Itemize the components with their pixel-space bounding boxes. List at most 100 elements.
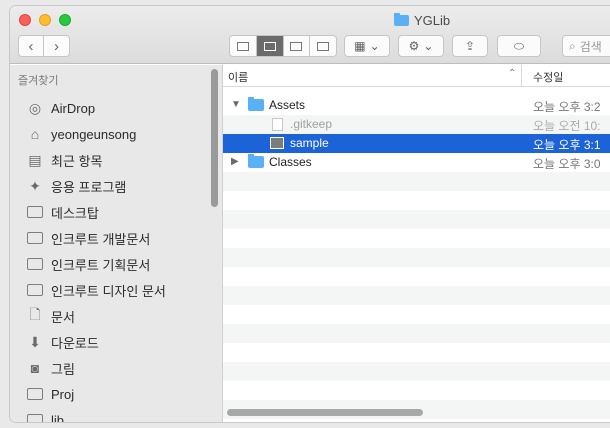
sidebar-item-label: 데스크탑 [51,205,99,221]
search-placeholder: 검색 [579,39,602,54]
share-icon: ⇪ [464,39,476,53]
sidebar-item-home[interactable]: ⌂ yeongeunsong [26,124,137,144]
sidebar-item-label: 최근 항목 [51,153,103,169]
window-title-text: YGLib [414,12,451,28]
home-icon: ⌂ [30,126,40,142]
window-title: YGLib [394,12,450,28]
empty-row [223,324,610,343]
file-name: .gitkeep [290,117,333,131]
column-header-date[interactable]: 수정일 [533,69,563,85]
sidebar-item-folder[interactable]: lib [26,410,64,422]
image-file-icon [270,137,284,149]
sidebar-item-label: 인크루트 기획문서 [51,257,151,273]
file-list: 이름 ⌃ 수정일 ▼ Assets 오늘 오후 3:2 .gitkeep 오늘 … [223,65,610,422]
disclosure-collapsed-icon[interactable]: ▶ [231,156,239,167]
folder-icon [394,12,409,26]
action-button[interactable]: ⚙ ⌄ [398,35,444,57]
grid-icon [236,41,249,51]
sidebar-item-airdrop[interactable]: ◎ AirDrop [26,98,95,118]
sidebar-item-label: 그림 [51,361,75,377]
file-date: 오늘 오전 10: [533,119,601,133]
file-row-sample[interactable]: sample 오늘 오후 3:1 [223,134,610,153]
sidebar-item-label: Proj [51,386,75,402]
finder-window: YGLib ‹ › ▦ ⌄ ⚙ ⌄ ⇪ ⬭ ⌕ 검색 즐겨찾기 ◎ AirDro… [10,6,610,422]
airdrop-icon: ◎ [28,99,42,116]
group-button[interactable]: ▦ ⌄ [344,35,390,57]
share-button[interactable]: ⇪ [452,35,488,57]
empty-row [223,210,610,229]
sidebar-item-label: lib [51,412,65,423]
back-button[interactable]: ‹ [19,36,44,56]
close-button[interactable] [19,14,31,26]
sidebar-item-label: 인크루트 개발문서 [51,231,151,247]
sidebar: 즐겨찾기 ◎ AirDrop ⌂ yeongeunsong ▤ 최근 항목 ✦ … [10,65,223,422]
pictures-icon: ◙ [30,360,40,376]
sidebar-item-pictures[interactable]: ◙ 그림 [26,358,75,378]
list-view-button[interactable] [256,36,284,56]
empty-row [223,286,610,305]
columns-icon [290,41,303,51]
empty-row [223,362,610,381]
file-row-gitkeep[interactable]: .gitkeep 오늘 오전 10: [223,115,610,134]
desktop-icon [26,204,44,220]
sidebar-item-downloads[interactable]: ⬇ 다운로드 [26,332,99,352]
sidebar-item-documents[interactable]: 🗋 문서 [26,306,75,326]
sidebar-item-folder[interactable]: Proj [26,384,74,404]
downloads-icon: ⬇ [29,333,41,350]
empty-row [223,248,610,267]
group-icon: ▦ [354,39,366,53]
zoom-button[interactable] [59,14,71,26]
sidebar-item-label: 인크루트 디자인 문서 [51,283,166,299]
file-name: Assets [269,98,306,112]
sidebar-item-desktop[interactable]: 데스크탑 [26,202,99,222]
applications-icon: ✦ [29,177,41,194]
view-mode-segmented [229,35,337,57]
sidebar-item-recents[interactable]: ▤ 최근 항목 [26,150,102,170]
column-header-name[interactable]: 이름 [228,69,248,85]
tag-button[interactable]: ⬭ [497,35,541,57]
folder-icon [248,97,264,111]
column-header: 이름 ⌃ 수정일 [223,65,610,87]
file-row-assets[interactable]: ▼ Assets 오늘 오후 3:2 [223,96,610,115]
search-icon: ⌕ [569,38,576,53]
search-field[interactable]: ⌕ 검색 [562,35,610,57]
file-date: 오늘 오후 3:2 [533,100,601,114]
sidebar-item-label: 문서 [51,309,75,325]
sidebar-item-label: 다운로드 [51,335,99,351]
disclosure-expanded-icon[interactable]: ▼ [231,99,241,110]
tag-icon: ⬭ [513,38,525,53]
gallery-icon [317,41,330,51]
document-icon [272,118,283,131]
sidebar-section-title: 즐겨찾기 [18,75,59,87]
folder-icon [26,412,44,422]
minimize-button[interactable] [39,14,51,26]
horizontal-scrollbar[interactable] [227,409,423,416]
documents-icon: 🗋 [29,306,41,322]
empty-row [223,172,610,191]
column-view-button[interactable] [284,36,311,56]
sidebar-item-folder[interactable]: 인크루트 개발문서 [26,228,150,248]
file-name: sample [290,136,329,150]
gear-icon: ⚙ [408,39,420,53]
folder-icon [248,154,264,168]
gallery-view-button[interactable] [310,36,336,56]
forward-button[interactable]: › [44,36,69,56]
folder-icon [26,256,44,272]
chevron-down-icon: ⌄ [423,39,434,53]
sidebar-item-applications[interactable]: ✦ 응용 프로그램 [26,176,126,196]
sidebar-item-folder[interactable]: 인크루트 디자인 문서 [26,280,166,300]
sidebar-item-label: AirDrop [51,100,96,116]
column-divider[interactable] [521,65,522,87]
sidebar-item-folder[interactable]: 인크루트 기획문서 [26,254,150,274]
icon-view-button[interactable] [230,36,257,56]
file-row-classes[interactable]: ▶ Classes 오늘 오후 3:0 [223,153,610,172]
sidebar-scrollbar[interactable] [211,69,218,207]
file-date: 오늘 오후 3:0 [533,157,601,171]
file-name: Classes [269,155,312,169]
folder-icon [26,230,44,246]
chevron-down-icon: ⌄ [369,39,380,53]
titlebar: YGLib ‹ › ▦ ⌄ ⚙ ⌄ ⇪ ⬭ ⌕ 검색 [10,6,610,64]
nav-buttons: ‹ › [18,35,70,57]
sort-caret-icon: ⌃ [508,68,517,79]
sidebar-item-label: yeongeunsong [51,126,137,142]
